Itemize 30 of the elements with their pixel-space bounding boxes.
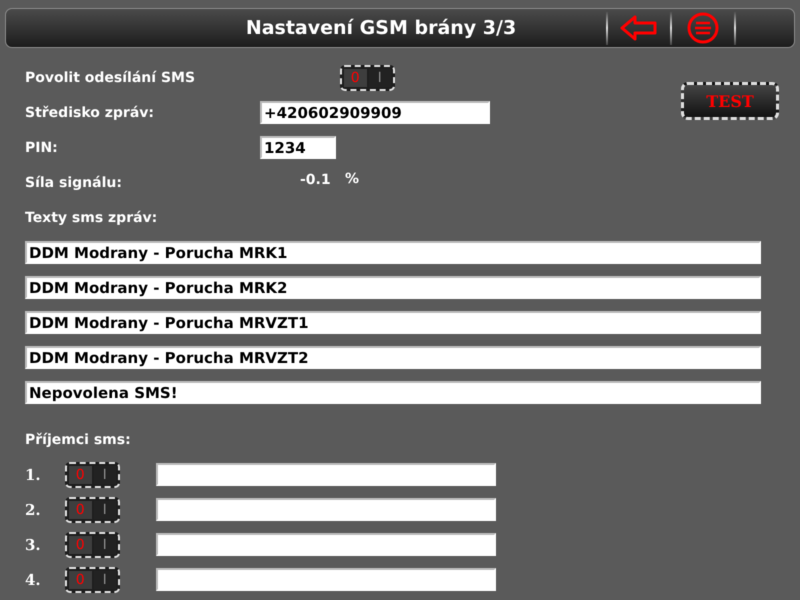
input-field[interactable]: DDM Modrany - Porucha MRK1: [25, 241, 761, 264]
section-label: Příjemci sms:: [25, 432, 131, 448]
signal-value: -0.1: [300, 172, 332, 188]
toggle-switch[interactable]: 0 I: [65, 462, 120, 488]
section-label: Texty sms zpráv:: [25, 210, 158, 226]
input-field[interactable]: [156, 463, 496, 486]
toggle-switch[interactable]: 0 I: [65, 566, 120, 592]
input-field[interactable]: [156, 498, 496, 521]
field-label: Středisko zpráv:: [25, 104, 156, 120]
input-field[interactable]: 1234: [260, 136, 336, 159]
row-number: 3.: [25, 536, 42, 554]
row-number: 4.: [25, 570, 42, 588]
field-label: PIN:: [25, 140, 59, 156]
unit-label: %: [345, 170, 360, 186]
toggle-switch[interactable]: 0 I: [340, 64, 395, 90]
input-field[interactable]: DDM Modrany - Porucha MRVZT1: [25, 311, 761, 334]
field-label: Povolit odesílání SMS: [25, 70, 196, 86]
input-field[interactable]: Nepovolena SMS!: [25, 381, 761, 404]
input-field[interactable]: DDM Modrany - Porucha MRK2: [25, 276, 761, 299]
input-field[interactable]: [156, 568, 496, 591]
toggle-switch[interactable]: 0 I: [65, 496, 120, 522]
input-field[interactable]: +420602909909: [260, 101, 490, 124]
row-number: 1.: [25, 466, 42, 484]
field-label: Síla signálu:: [25, 174, 123, 190]
test-button[interactable]: TEST: [681, 82, 779, 120]
input-field[interactable]: DDM Modrany - Porucha MRVZT2: [25, 346, 761, 369]
row-number: 2.: [25, 500, 42, 518]
toggle-switch[interactable]: 0 I: [65, 532, 120, 558]
window-title: Nastavení GSM brány 3/3: [244, 17, 518, 39]
input-field[interactable]: [156, 533, 496, 556]
